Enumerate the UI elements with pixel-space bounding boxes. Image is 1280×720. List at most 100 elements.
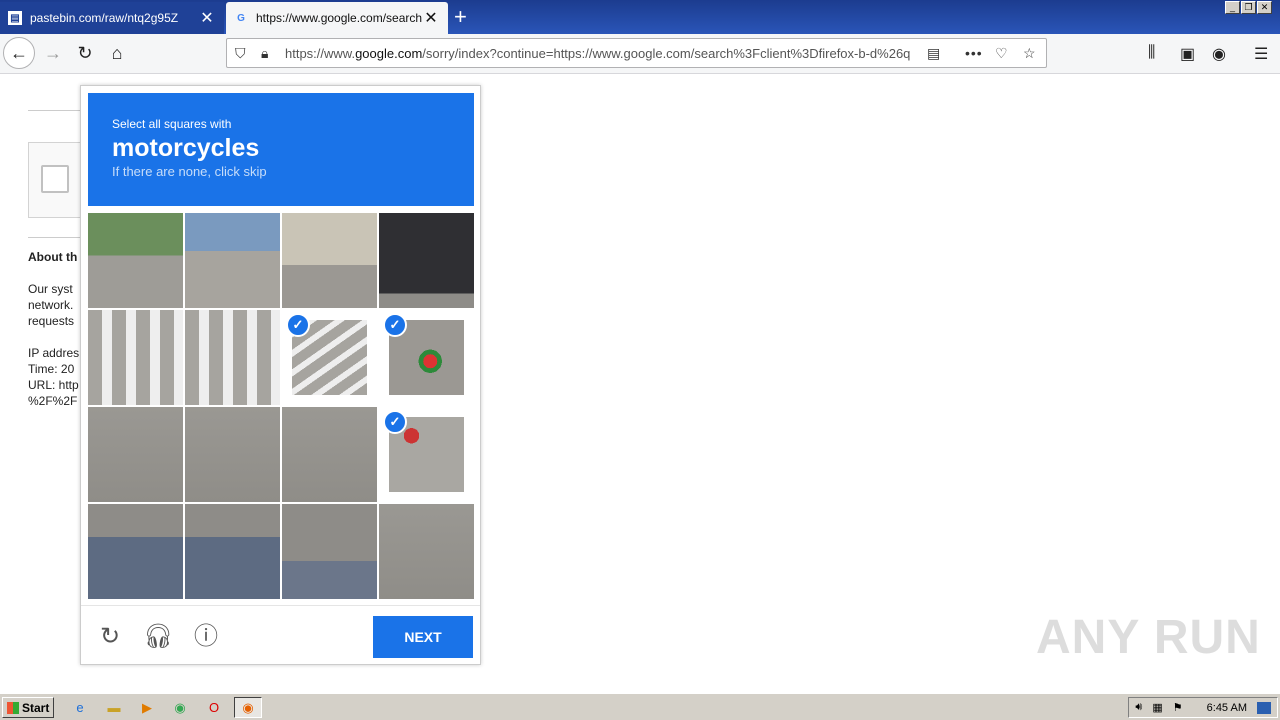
ie-icon[interactable]: e (66, 697, 94, 718)
divider (28, 110, 88, 111)
recaptcha-checkbox[interactable] (41, 165, 69, 193)
tab-google[interactable]: G https://www.google.com/search?c ✕ (226, 2, 448, 34)
close-window-icon[interactable]: ✕ (1257, 1, 1272, 14)
target-object: motorcycles (112, 134, 260, 162)
captcha-tile[interactable] (379, 213, 474, 308)
tab-title: https://www.google.com/search?c (256, 11, 422, 25)
captcha-tile[interactable]: ✓ (282, 310, 377, 405)
tile-image (185, 213, 280, 308)
captcha-footer: ↻ 🎧︎ ⓘ NEXT (81, 605, 480, 665)
captcha-tile[interactable] (185, 504, 280, 599)
new-tab-icon[interactable]: + (454, 4, 467, 30)
shield-icon[interactable]: ⛉ (235, 45, 246, 62)
tile-image (379, 504, 474, 599)
captcha-tile[interactable] (88, 407, 183, 502)
tile-image (88, 213, 183, 308)
info-line: %2F%2F (28, 394, 78, 408)
checkmark-icon: ✓ (286, 313, 310, 337)
action-center-flag-icon[interactable]: ⚑ (1173, 701, 1183, 714)
reload-challenge-icon[interactable]: ↻ (95, 622, 125, 652)
tile-image (282, 407, 377, 502)
tile-image (88, 504, 183, 599)
para-line: requests (28, 314, 75, 328)
checkmark-icon: ✓ (383, 313, 407, 337)
minimize-icon[interactable]: _ (1225, 1, 1240, 14)
windows-logo-icon (7, 701, 19, 714)
opera-icon[interactable]: O (200, 697, 228, 718)
info-line: Time: 20 (28, 362, 75, 376)
url-bar[interactable]: ⛉ 🔒︎ https://www.google.com/sorry/index?… (226, 38, 1047, 68)
reload-icon[interactable]: ↻ (69, 37, 101, 69)
captcha-tile[interactable] (282, 213, 377, 308)
start-button[interactable]: Start (2, 697, 54, 718)
sidebar-icon[interactable]: ▣ (1180, 44, 1195, 64)
menu-icon[interactable]: ☰ (1254, 44, 1268, 64)
tab-strip: ▤ pastebin.com/raw/ntq2g95Z ✕ G https://… (0, 0, 1280, 34)
skip-hint: If there are none, click skip (112, 164, 267, 179)
info-icon[interactable]: ⓘ (191, 622, 221, 652)
instruction-text: Select all squares with (112, 117, 232, 131)
captcha-tile[interactable]: ✓ (379, 407, 474, 502)
captcha-tile[interactable] (88, 213, 183, 308)
captcha-tile[interactable] (88, 310, 183, 405)
captcha-challenge: Select all squares with motorcycles If t… (80, 85, 481, 665)
tile-image (282, 504, 377, 599)
captcha-tile[interactable] (185, 213, 280, 308)
google-icon: G (237, 12, 245, 24)
audio-headphones-icon[interactable]: 🎧︎ (143, 622, 173, 652)
para-line: network. (28, 298, 74, 312)
more-icon[interactable]: ••• (965, 45, 983, 61)
reader-view-icon[interactable]: ▤ (927, 45, 940, 62)
captcha-tile[interactable] (185, 407, 280, 502)
tile-image (185, 504, 280, 599)
media-player-icon[interactable]: ▶ (133, 697, 161, 718)
captcha-tile[interactable] (185, 310, 280, 405)
system-tray: 🔊︎ ▦ ⚑ 6:45 AM (1128, 697, 1278, 718)
captcha-tile[interactable] (282, 504, 377, 599)
close-icon[interactable]: ✕ (198, 8, 216, 28)
restore-icon[interactable]: ❐ (1241, 1, 1256, 14)
anyrun-watermark: ANY RUN (1036, 611, 1261, 664)
checkmark-icon: ✓ (383, 410, 407, 434)
library-icon[interactable]: ⫼ (1148, 44, 1155, 62)
nav-bar: ← → ↻ ⌂ ⛉ 🔒︎ https://www.google.com/sorr… (0, 34, 1280, 74)
captcha-tile[interactable] (282, 407, 377, 502)
pastebin-icon: ▤ (8, 11, 22, 25)
captcha-header: Select all squares with motorcycles If t… (88, 93, 474, 206)
network-icon[interactable]: ▦ (1152, 701, 1162, 714)
window-controls: _ ❐ ✕ (1225, 1, 1272, 14)
home-icon[interactable]: ⌂ (101, 37, 133, 69)
para-line: Our syst (28, 282, 73, 296)
next-button[interactable]: NEXT (373, 616, 473, 658)
firefox-icon[interactable]: ◉ (234, 697, 262, 718)
chrome-icon[interactable]: ◉ (166, 697, 194, 718)
volume-icon[interactable]: 🔊︎ (1135, 701, 1142, 714)
clock[interactable]: 6:45 AM (1207, 702, 1247, 714)
captcha-tile[interactable] (379, 504, 474, 599)
captcha-tile[interactable]: ✓ (379, 310, 474, 405)
show-desktop-icon[interactable] (1257, 701, 1271, 714)
taskbar: Start e ▬ ▶ ◉ O ◉ 🔊︎ ▦ ⚑ 6:45 AM (0, 693, 1280, 720)
captcha-tile[interactable] (88, 504, 183, 599)
tile-image (185, 310, 280, 405)
account-icon[interactable]: ◉ (1212, 44, 1226, 64)
back-icon[interactable]: ← (3, 37, 35, 69)
url-text[interactable]: https://www.google.com/sorry/index?conti… (285, 46, 915, 61)
info-line: URL: http (28, 378, 79, 392)
tile-image (379, 213, 474, 308)
tile-image (282, 213, 377, 308)
tab-pastebin[interactable]: ▤ pastebin.com/raw/ntq2g95Z ✕ (0, 2, 224, 34)
info-line: IP addres (28, 346, 80, 360)
divider (28, 237, 88, 238)
lock-icon[interactable]: 🔒︎ (261, 45, 268, 62)
about-heading: About th (28, 250, 78, 264)
folder-icon[interactable]: ▬ (100, 697, 128, 718)
bookmark-star-icon[interactable]: ☆ (1023, 45, 1036, 62)
tile-image (88, 407, 183, 502)
close-icon[interactable]: ✕ (422, 8, 440, 28)
forward-icon[interactable]: → (37, 37, 69, 69)
tile-image (88, 310, 183, 405)
pocket-icon[interactable]: ♡ (995, 45, 1008, 62)
captcha-image-grid: ✓ ✓ ✓ (88, 213, 474, 599)
tab-title: pastebin.com/raw/ntq2g95Z (30, 11, 179, 25)
